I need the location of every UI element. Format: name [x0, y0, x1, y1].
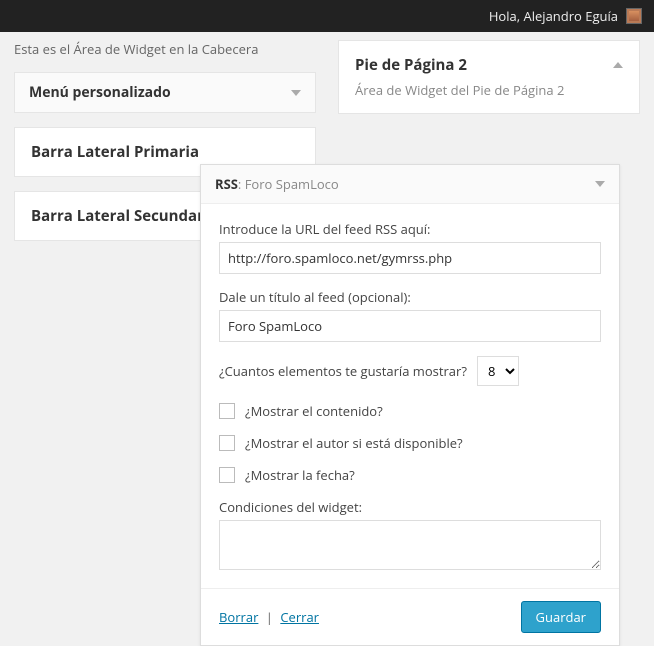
- widget-editor-body: Introduce la URL del feed RSS aquí: Dale…: [201, 204, 619, 588]
- separator: |: [266, 608, 273, 626]
- widget-custom-menu[interactable]: Menú personalizado: [14, 72, 316, 113]
- show-date-label: ¿Mostrar la fecha?: [245, 466, 355, 484]
- conditions-textarea[interactable]: [219, 520, 601, 570]
- chevron-down-icon: [291, 90, 301, 96]
- rss-count-select[interactable]: 8: [477, 356, 519, 386]
- rss-url-label: Introduce la URL del feed RSS aquí:: [219, 220, 601, 238]
- user-avatar-icon[interactable]: [626, 8, 642, 24]
- widget-type-label: RSS: [215, 175, 238, 193]
- rss-title-input[interactable]: [219, 310, 601, 342]
- show-content-row: ¿Mostrar el contenido?: [219, 402, 601, 420]
- delete-link[interactable]: Borrar: [219, 608, 258, 626]
- widget-editor-modal: RSS: Foro SpamLoco Introduce la URL del …: [200, 164, 620, 646]
- show-author-checkbox[interactable]: [219, 435, 235, 451]
- main-content: Esta es el Área de Widget en la Cabecera…: [0, 32, 654, 255]
- rss-title-label: Dale un título al feed (opcional):: [219, 288, 601, 306]
- chevron-up-icon: [613, 62, 623, 68]
- show-author-row: ¿Mostrar el autor si está disponible?: [219, 434, 601, 452]
- show-author-label: ¿Mostrar el autor si está disponible?: [245, 434, 463, 452]
- widget-instance-name: : Foro SpamLoco: [238, 175, 339, 193]
- chevron-down-icon: [595, 181, 605, 187]
- save-button[interactable]: Guardar: [521, 601, 601, 633]
- widget-editor-title: RSS: Foro SpamLoco: [215, 175, 339, 193]
- rss-count-label: ¿Cuantos elementos te gustaría mostrar?: [219, 362, 467, 380]
- conditions-label: Condiciones del widget:: [219, 498, 601, 516]
- show-date-checkbox[interactable]: [219, 467, 235, 483]
- show-content-checkbox[interactable]: [219, 403, 235, 419]
- area-primary-sidebar-title: Barra Lateral Primaria: [31, 142, 299, 162]
- widget-editor-head[interactable]: RSS: Foro SpamLoco: [201, 165, 619, 204]
- adminbar-greeting[interactable]: Hola, Alejandro Eguía: [489, 7, 618, 25]
- area-footer2[interactable]: Pie de Página 2 Área de Widget del Pie d…: [338, 40, 640, 114]
- header-area-description: Esta es el Área de Widget en la Cabecera: [14, 40, 316, 58]
- rss-url-input[interactable]: [219, 242, 601, 274]
- widget-editor-foot: Borrar | Cerrar Guardar: [201, 588, 619, 645]
- area-footer2-title: Pie de Página 2: [355, 55, 467, 75]
- adminbar: Hola, Alejandro Eguía: [0, 0, 654, 32]
- show-date-row: ¿Mostrar la fecha?: [219, 466, 601, 484]
- close-link[interactable]: Cerrar: [280, 608, 319, 626]
- area-footer2-description: Área de Widget del Pie de Página 2: [355, 81, 623, 99]
- show-content-label: ¿Mostrar el contenido?: [245, 402, 383, 420]
- widget-custom-menu-label: Menú personalizado: [29, 83, 171, 102]
